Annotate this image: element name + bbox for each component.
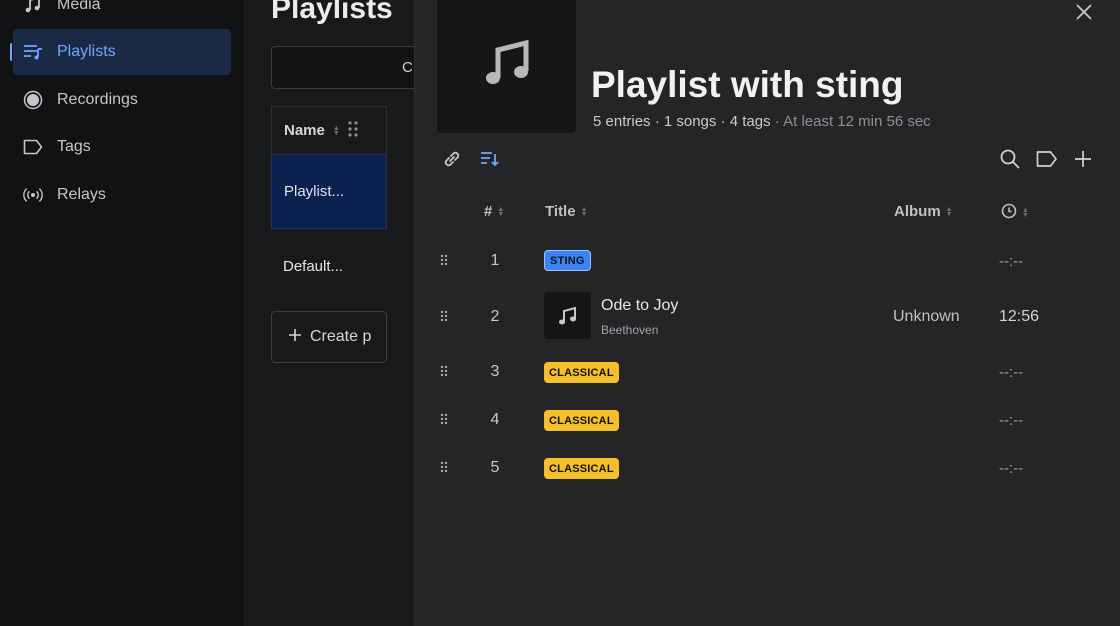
song-title[interactable]: Ode to Joy bbox=[601, 297, 678, 315]
table-row[interactable]: 4 CLASSICAL --:-- bbox=[415, 396, 1120, 444]
search-glyph: C bbox=[402, 59, 413, 76]
page-title: Playlists bbox=[271, 0, 393, 25]
entry-number: 1 bbox=[490, 252, 500, 269]
search-input[interactable]: C bbox=[271, 46, 415, 89]
entry-duration: --:-- bbox=[999, 253, 1024, 270]
sidebar-item-tags[interactable]: Tags bbox=[13, 124, 231, 170]
column-header-name[interactable]: Name ▲ ▼ bbox=[271, 106, 387, 154]
sidebar-item-media[interactable]: Media bbox=[13, 0, 231, 28]
tag-badge: CLASSICAL bbox=[544, 362, 619, 383]
column-header-album[interactable]: Album ▲ ▼ bbox=[894, 203, 953, 220]
playlists-panel: Playlists C Name ▲ ▼ Playlist... Default.… bbox=[245, 0, 415, 626]
entry-duration: 12:56 bbox=[999, 308, 1040, 325]
tag-icon bbox=[23, 137, 43, 157]
list-item-label: Playlist... bbox=[284, 183, 345, 200]
plus-icon bbox=[288, 328, 302, 347]
column-header-label: Name bbox=[284, 122, 325, 139]
playlist-counts: 5 entries · 1 songs · 4 tags bbox=[593, 113, 771, 130]
drag-handle-icon[interactable] bbox=[440, 412, 450, 428]
sidebar-item-recordings[interactable]: Recordings bbox=[13, 77, 231, 123]
record-icon bbox=[23, 90, 43, 110]
add-icon[interactable] bbox=[1072, 148, 1094, 170]
create-button-label: Create p bbox=[310, 328, 372, 345]
column-header-label: Album bbox=[894, 203, 941, 220]
song-artist[interactable]: Beethoven bbox=[601, 323, 658, 337]
drag-handle-icon[interactable] bbox=[348, 120, 358, 141]
drag-handle-icon[interactable] bbox=[440, 309, 450, 325]
table-row[interactable]: 1 STING --:-- bbox=[415, 237, 1120, 285]
playlist-icon bbox=[23, 42, 43, 62]
sort-icon: ▲ ▼ bbox=[580, 205, 588, 218]
drag-handle-icon[interactable] bbox=[440, 253, 450, 269]
sidebar-item-label: Tags bbox=[57, 138, 91, 155]
sidebar: Media Playlists Recordings Tags Relays bbox=[0, 0, 245, 626]
music-note-icon bbox=[485, 39, 528, 84]
list-item[interactable]: Playlist... bbox=[271, 154, 387, 229]
list-item-label: Default... bbox=[283, 258, 344, 275]
tag-badge: CLASSICAL bbox=[544, 458, 619, 479]
entry-duration: --:-- bbox=[999, 364, 1024, 381]
sidebar-item-label: Relays bbox=[57, 186, 106, 203]
sidebar-item-playlists[interactable]: Playlists bbox=[10, 29, 231, 75]
tag-icon[interactable] bbox=[1036, 148, 1058, 170]
column-header-number[interactable]: # ▲ ▼ bbox=[484, 203, 504, 220]
drag-handle-icon[interactable] bbox=[440, 460, 450, 476]
entry-number: 3 bbox=[490, 363, 500, 380]
table-row[interactable]: 2 12:56 bbox=[415, 292, 1120, 342]
list-item[interactable]: Default... bbox=[271, 229, 387, 304]
playlist-title: Playlist with sting bbox=[591, 64, 904, 105]
column-header-duration[interactable]: ▲ ▼ bbox=[1001, 203, 1029, 223]
entry-duration: --:-- bbox=[999, 412, 1024, 429]
playlist-detail-panel: Playlist with sting 5 entries · 1 songs … bbox=[414, 0, 1120, 626]
tag-badge: CLASSICAL bbox=[544, 410, 619, 431]
sort-icon: ▲ ▼ bbox=[332, 124, 340, 137]
playlist-duration: · At least 12 min 56 sec bbox=[774, 113, 931, 130]
song-thumbnail bbox=[544, 292, 591, 339]
clock-icon bbox=[1001, 203, 1017, 223]
entry-number: 5 bbox=[490, 459, 500, 476]
song-album: Unknown bbox=[893, 308, 960, 325]
sidebar-item-relays[interactable]: Relays bbox=[13, 172, 231, 218]
column-header-title[interactable]: Title ▲ ▼ bbox=[545, 203, 588, 220]
playlist-meta: 5 entries · 1 songs · 4 tags · At least … bbox=[593, 113, 931, 130]
sidebar-item-label: Media bbox=[57, 0, 101, 13]
sort-icon: ▲ ▼ bbox=[497, 205, 505, 218]
sort-icon: ▲ ▼ bbox=[945, 205, 953, 218]
entry-number: 2 bbox=[490, 308, 500, 325]
table-row[interactable]: 5 CLASSICAL --:-- bbox=[415, 444, 1120, 492]
broadcast-icon bbox=[23, 185, 43, 205]
entry-duration: --:-- bbox=[999, 460, 1024, 477]
close-icon[interactable] bbox=[1074, 2, 1094, 22]
drag-handle-icon[interactable] bbox=[440, 364, 450, 380]
search-icon[interactable] bbox=[999, 148, 1021, 170]
sidebar-item-label: Recordings bbox=[57, 91, 138, 108]
column-header-label: # bbox=[484, 203, 493, 220]
column-header-label: Title bbox=[545, 203, 576, 220]
table-row[interactable]: 3 CLASSICAL --:-- bbox=[415, 348, 1120, 396]
playlist-cover bbox=[437, 0, 576, 133]
music-note-icon bbox=[558, 306, 576, 324]
tag-badge: STING bbox=[544, 250, 591, 271]
link-icon[interactable] bbox=[441, 148, 463, 170]
sort-icon: ▲ ▼ bbox=[1022, 207, 1029, 219]
create-playlist-button[interactable]: Create p bbox=[271, 311, 387, 363]
sidebar-item-label: Playlists bbox=[57, 43, 116, 60]
sort-order-icon[interactable] bbox=[478, 148, 500, 170]
music-note-icon bbox=[23, 0, 43, 15]
entry-number: 4 bbox=[490, 411, 500, 428]
